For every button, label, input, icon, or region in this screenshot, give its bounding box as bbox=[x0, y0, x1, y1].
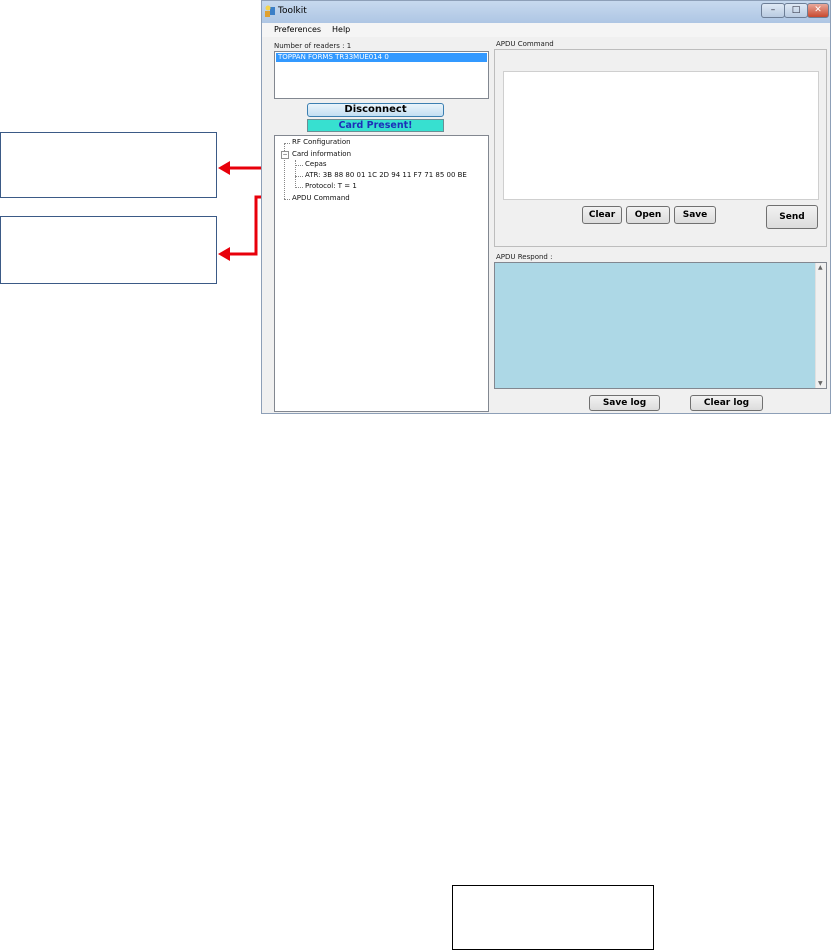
respond-scrollbar[interactable]: ▲ ▼ bbox=[815, 263, 826, 388]
callout-box-bottom bbox=[0, 216, 217, 284]
callout-box-top bbox=[0, 132, 217, 198]
empty-caption-box bbox=[452, 885, 654, 950]
disconnect-button[interactable]: Disconnect bbox=[307, 103, 444, 117]
reader-list[interactable]: TOPPAN FORMS TR33MUE014 0 bbox=[274, 51, 489, 99]
card-tree-view[interactable]: RF Configuration − Card information Cepa… bbox=[274, 135, 489, 412]
collapse-icon[interactable]: − bbox=[281, 151, 289, 159]
tree-line-rf bbox=[284, 143, 290, 144]
toolkit-window: Toolkit – □ ✕ Preferences Help Number of… bbox=[261, 0, 831, 414]
menu-preferences[interactable]: Preferences bbox=[274, 25, 321, 34]
reader-item-selected[interactable]: TOPPAN FORMS TR33MUE014 0 bbox=[276, 53, 487, 62]
minimize-button[interactable]: – bbox=[761, 3, 785, 18]
clear-log-button[interactable]: Clear log bbox=[690, 395, 763, 411]
card-present-status: Card Present! bbox=[307, 119, 444, 132]
scroll-down-icon[interactable]: ▼ bbox=[818, 380, 823, 387]
clear-button[interactable]: Clear bbox=[582, 206, 622, 224]
save-log-button[interactable]: Save log bbox=[589, 395, 660, 411]
scroll-up-icon[interactable]: ▲ bbox=[818, 264, 823, 271]
apdu-command-input[interactable] bbox=[503, 71, 819, 200]
tree-line-atr bbox=[295, 176, 303, 177]
app-icon bbox=[265, 5, 275, 17]
tree-item-rf-configuration[interactable]: RF Configuration bbox=[292, 138, 351, 146]
open-button[interactable]: Open bbox=[626, 206, 670, 224]
window-title: Toolkit bbox=[278, 6, 307, 16]
close-button[interactable]: ✕ bbox=[807, 3, 829, 18]
tree-item-protocol[interactable]: Protocol: T = 1 bbox=[305, 182, 357, 190]
tree-line-cepas bbox=[295, 165, 303, 166]
menu-bar: Preferences Help bbox=[262, 23, 830, 37]
apdu-command-label: APDU Command bbox=[496, 40, 554, 48]
send-button[interactable]: Send bbox=[766, 205, 818, 229]
menu-help[interactable]: Help bbox=[332, 25, 350, 34]
apdu-respond-output: ▲ ▼ bbox=[494, 262, 827, 389]
tree-line-apdu bbox=[284, 199, 290, 200]
tree-item-atr[interactable]: ATR: 3B 88 80 01 1C 2D 94 11 F7 71 85 00… bbox=[305, 171, 467, 179]
tree-item-cepas[interactable]: Cepas bbox=[305, 160, 327, 168]
maximize-button[interactable]: □ bbox=[784, 3, 808, 18]
title-bar: Toolkit – □ ✕ bbox=[262, 1, 830, 23]
apdu-respond-label: APDU Respond : bbox=[496, 253, 553, 261]
tree-item-apdu-command[interactable]: APDU Command bbox=[292, 194, 350, 202]
tree-line-protocol bbox=[295, 187, 303, 188]
readers-count-label: Number of readers : 1 bbox=[274, 42, 352, 50]
save-button[interactable]: Save bbox=[674, 206, 716, 224]
tree-item-card-information[interactable]: Card information bbox=[292, 150, 351, 158]
